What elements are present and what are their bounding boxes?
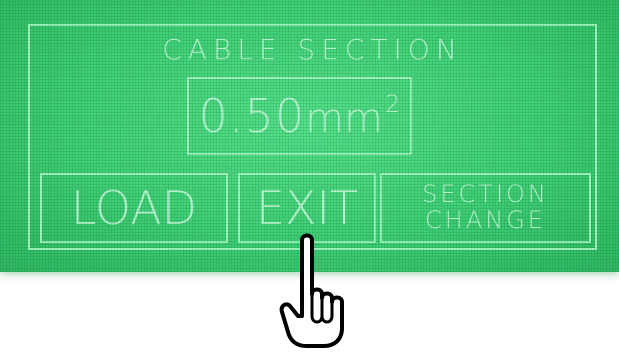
screen-frame: CABLE SECTION 0.50mm2 LOAD EXIT SECTION … bbox=[28, 24, 597, 250]
exit-button-label: EXIT bbox=[255, 181, 359, 235]
cable-section-value-display: 0.50mm2 bbox=[187, 77, 412, 155]
section-change-label-line1: SECTION bbox=[422, 180, 549, 208]
section-change-label-line2: CHANGE bbox=[425, 206, 546, 234]
section-value-number: 0.50 bbox=[198, 89, 306, 143]
load-button-label: LOAD bbox=[70, 181, 198, 235]
load-button[interactable]: LOAD bbox=[40, 173, 228, 243]
screen-title: CABLE SECTION bbox=[162, 33, 463, 66]
section-value-superscript: 2 bbox=[385, 90, 401, 118]
section-value-unit: mm bbox=[305, 96, 384, 142]
section-change-button[interactable]: SECTION CHANGE bbox=[380, 173, 591, 243]
pointing-hand-icon bbox=[276, 232, 356, 350]
